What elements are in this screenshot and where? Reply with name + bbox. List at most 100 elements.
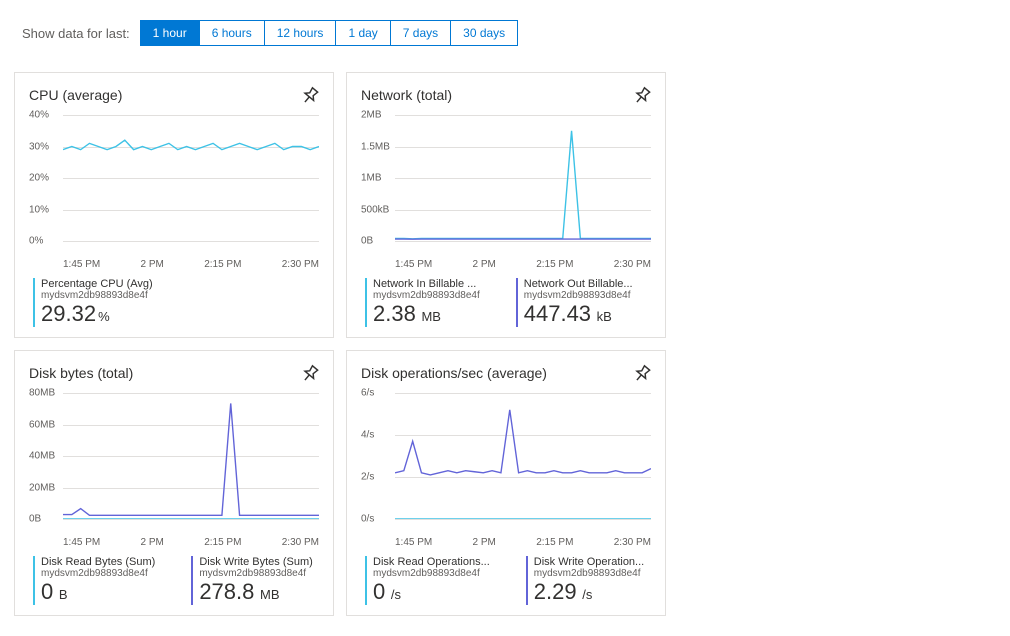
x-tick: 2:15 PM [536, 259, 573, 270]
y-tick: 1.5MB [361, 141, 390, 152]
y-tick: 2/s [361, 472, 374, 483]
chart-area: 0B20MB40MB60MB80MB [29, 393, 319, 533]
legend-name: Disk Write Bytes (Sum) [199, 556, 312, 568]
legend-unit: % [98, 309, 110, 324]
legend-value: 29.32 [41, 301, 96, 326]
legend-resource: mydsvm2db98893d8e4f [373, 290, 480, 301]
legend-value: 2.38 [373, 301, 416, 326]
x-axis: 1:45 PM 2 PM 2:15 PM 2:30 PM [395, 537, 651, 548]
tile-title: Network (total) [361, 87, 452, 103]
legend-value: 2.29 [534, 579, 577, 604]
pin-icon[interactable] [629, 83, 654, 108]
legend-name: Disk Read Operations... [373, 556, 490, 568]
x-tick: 2:30 PM [614, 259, 651, 270]
legend-resource: mydsvm2db98893d8e4f [41, 568, 155, 579]
x-tick: 2:30 PM [282, 259, 319, 270]
legend: Percentage CPU (Avg)mydsvm2db98893d8e4f2… [33, 278, 319, 327]
legend-value: 0 [373, 579, 385, 604]
time-range-1-day[interactable]: 1 day [336, 20, 390, 46]
x-tick: 1:45 PM [395, 537, 432, 548]
y-tick: 0B [29, 514, 41, 525]
tile-title: CPU (average) [29, 87, 122, 103]
chart-area: 0B500kB1MB1.5MB2MB [361, 115, 651, 255]
x-tick: 1:45 PM [63, 259, 100, 270]
time-range-label: Show data for last: [22, 26, 130, 41]
legend-resource: mydsvm2db98893d8e4f [199, 568, 312, 579]
legend-resource: mydsvm2db98893d8e4f [524, 290, 633, 301]
legend-unit: MB [418, 309, 441, 324]
x-tick: 2:15 PM [204, 537, 241, 548]
pin-icon[interactable] [297, 83, 322, 108]
legend: Network In Billable ...mydsvm2db98893d8e… [365, 278, 651, 327]
x-tick: 2 PM [473, 537, 496, 548]
time-range-30-days[interactable]: 30 days [451, 20, 518, 46]
chart-area: 0%10%20%30%40% [29, 115, 319, 255]
x-axis: 1:45 PM 2 PM 2:15 PM 2:30 PM [395, 259, 651, 270]
y-tick: 10% [29, 204, 49, 215]
tile-title: Disk bytes (total) [29, 365, 133, 381]
legend-item: Network Out Billable...mydsvm2db98893d8e… [516, 278, 633, 327]
x-axis: 1:45 PM 2 PM 2:15 PM 2:30 PM [63, 537, 319, 548]
legend-value: 278.8 [199, 579, 254, 604]
legend-resource: mydsvm2db98893d8e4f [41, 290, 153, 301]
time-range-12-hours[interactable]: 12 hours [265, 20, 337, 46]
x-tick: 1:45 PM [63, 537, 100, 548]
legend-item: Disk Read Operations...mydsvm2db98893d8e… [365, 556, 490, 605]
y-tick: 0B [361, 236, 373, 247]
metric-tile: CPU (average) 0% 10% 20% 30% 40% 1:45 PM 2 PM 2:… [14, 72, 334, 338]
y-tick: 80MB [29, 388, 55, 399]
metric-tile: Network (total) 0B 500kB 1MB 1.5MB 2MB 1:45 PM… [346, 72, 666, 338]
legend-resource: mydsvm2db98893d8e4f [373, 568, 490, 579]
legend: Disk Read Operations...mydsvm2db98893d8e… [365, 556, 651, 605]
y-tick: 20MB [29, 482, 55, 493]
x-tick: 1:45 PM [395, 259, 432, 270]
legend-name: Disk Read Bytes (Sum) [41, 556, 155, 568]
legend-value: 0 [41, 579, 53, 604]
time-range-6-hours[interactable]: 6 hours [200, 20, 265, 46]
legend: Disk Read Bytes (Sum)mydsvm2db98893d8e4f… [33, 556, 319, 605]
y-tick: 60MB [29, 419, 55, 430]
y-tick: 6/s [361, 388, 374, 399]
x-tick: 2 PM [473, 259, 496, 270]
y-tick: 500kB [361, 204, 389, 215]
time-range-bar: Show data for last: 1 hour6 hours12 hour… [22, 20, 996, 46]
time-range-7-days[interactable]: 7 days [391, 20, 451, 46]
x-tick: 2:30 PM [282, 537, 319, 548]
x-tick: 2:15 PM [204, 259, 241, 270]
legend-item: Disk Read Bytes (Sum)mydsvm2db98893d8e4f… [33, 556, 155, 605]
y-tick: 4/s [361, 430, 374, 441]
y-tick: 20% [29, 173, 49, 184]
x-tick: 2:30 PM [614, 537, 651, 548]
x-tick: 2:15 PM [536, 537, 573, 548]
pin-icon[interactable] [297, 361, 322, 386]
legend-value: 447.43 [524, 301, 591, 326]
y-tick: 30% [29, 141, 49, 152]
x-tick: 2 PM [141, 259, 164, 270]
time-range-buttons: 1 hour6 hours12 hours1 day7 days30 days [140, 20, 519, 46]
chart-area: 0/s2/s4/s6/s [361, 393, 651, 533]
legend-name: Network In Billable ... [373, 278, 480, 290]
x-tick: 2 PM [141, 537, 164, 548]
legend-item: Disk Write Bytes (Sum)mydsvm2db98893d8e4… [191, 556, 312, 605]
legend-name: Percentage CPU (Avg) [41, 278, 153, 290]
metric-tile: Disk bytes (total) 0B 20MB 40MB 60MB 80MB 1:45… [14, 350, 334, 616]
y-tick: 40% [29, 110, 49, 121]
pin-icon[interactable] [629, 361, 654, 386]
legend-name: Disk Write Operation... [534, 556, 644, 568]
legend-resource: mydsvm2db98893d8e4f [534, 568, 644, 579]
tile-title: Disk operations/sec (average) [361, 365, 547, 381]
metric-tiles: CPU (average) 0% 10% 20% 30% 40% 1:45 PM 2 PM 2:… [14, 72, 996, 616]
legend-item: Network In Billable ...mydsvm2db98893d8e… [365, 278, 480, 327]
y-tick: 1MB [361, 173, 382, 184]
y-tick: 0% [29, 236, 43, 247]
legend-unit: kB [593, 309, 612, 324]
metric-tile: Disk operations/sec (average) 0/s 2/s 4/s 6/… [346, 350, 666, 616]
y-tick: 40MB [29, 451, 55, 462]
y-tick: 0/s [361, 514, 374, 525]
legend-item: Percentage CPU (Avg)mydsvm2db98893d8e4f2… [33, 278, 153, 327]
x-axis: 1:45 PM 2 PM 2:15 PM 2:30 PM [63, 259, 319, 270]
time-range-1-hour[interactable]: 1 hour [140, 20, 200, 46]
legend-item: Disk Write Operation...mydsvm2db98893d8e… [526, 556, 644, 605]
legend-name: Network Out Billable... [524, 278, 633, 290]
y-tick: 2MB [361, 110, 382, 121]
